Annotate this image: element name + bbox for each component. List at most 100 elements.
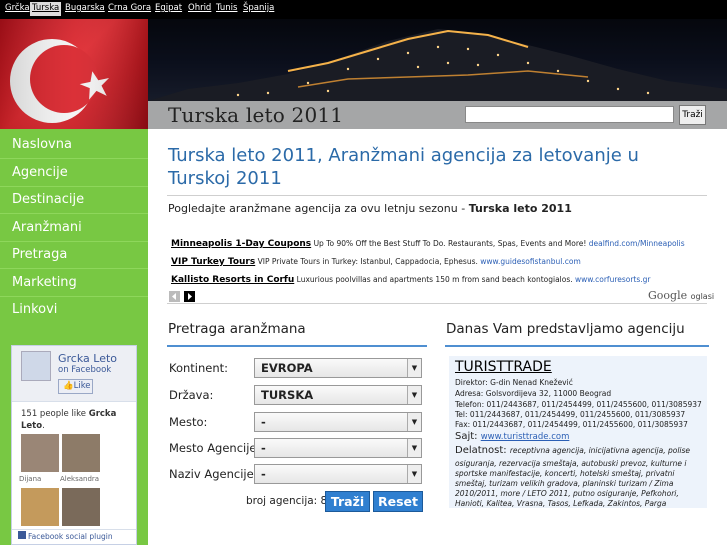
reset-button[interactable]: Reset xyxy=(373,491,423,512)
sidebar-item-linkovi[interactable]: Linkovi xyxy=(0,297,148,324)
agency-name-link[interactable]: TURISTTRADE xyxy=(455,359,552,375)
ad-title[interactable]: VIP Turkey Tours xyxy=(171,257,255,267)
page-heading: Turska leto 2011, Aranžmani agencija za … xyxy=(168,145,639,189)
nav-link-turska[interactable]: Turska xyxy=(30,2,62,16)
agency-activity-heading: Delatnost: receptivna agencija, inicijat… xyxy=(455,445,690,456)
fan-avatar[interactable] xyxy=(21,488,59,526)
facebook-like-box: Grcka Leto on Facebook 👍Like 151 people … xyxy=(11,345,137,545)
fan-name[interactable]: Dijana xyxy=(19,475,41,483)
sidebar-item-naslovna[interactable]: Naslovna xyxy=(0,132,148,159)
facebook-plugin-label[interactable]: Facebook social plugin xyxy=(28,532,113,541)
ads-label: oglasi xyxy=(690,292,715,301)
ad-prev-arrow-icon[interactable] xyxy=(169,291,180,302)
facebook-plugin-footer: Facebook social plugin xyxy=(12,529,136,544)
agency-panel-title: Danas Vam predstavljamo agenciju xyxy=(446,321,685,337)
agency-count: broj agencija: 80 xyxy=(246,495,334,507)
fan-avatar[interactable] xyxy=(62,434,100,472)
panel-divider xyxy=(167,345,427,347)
sidebar-item-destinacije[interactable]: Destinacije xyxy=(0,187,148,214)
ad-item[interactable]: Minneapolis 1-Day Coupons Up To 90% Off … xyxy=(171,239,685,249)
search-panel-title: Pretraga aranžmana xyxy=(168,321,306,337)
page-avatar[interactable] xyxy=(21,351,51,381)
on-facebook-text[interactable]: on Facebook xyxy=(58,365,111,375)
chevron-down-icon: ▼ xyxy=(407,439,421,457)
facebook-page-name[interactable]: Grcka Leto xyxy=(58,352,117,365)
nav-link-tunis[interactable]: Tunis xyxy=(216,3,237,13)
activity-line: smeštaj, turizam velikih gradova, planin… xyxy=(455,479,674,488)
sidebar-item-marketing[interactable]: Marketing xyxy=(0,270,148,297)
fan-avatar[interactable] xyxy=(62,488,100,526)
nav-link-spanija[interactable]: Španija xyxy=(243,3,274,13)
ad-title[interactable]: Minneapolis 1-Day Coupons xyxy=(171,239,311,249)
agency-name-label: Naziv Agencije: xyxy=(169,467,258,481)
turkish-flag-image xyxy=(0,19,148,129)
likes-suffix: . xyxy=(42,421,45,431)
nav-link-bugarska[interactable]: Bugarska xyxy=(65,3,105,13)
divider xyxy=(167,303,707,304)
activity-label: Delatnost: xyxy=(455,445,510,456)
header-title-bar: Turska leto 2011 Traži xyxy=(148,101,727,129)
agency-card: TURISTTRADE Direktor: G-din Nenad Knežev… xyxy=(449,356,707,508)
nav-link-ohrid[interactable]: Ohrid xyxy=(188,3,211,13)
ad-title[interactable]: Kallisto Resorts in Corfu xyxy=(171,275,294,285)
ad-item[interactable]: VIP Turkey Tours VIP Private Tours in Tu… xyxy=(171,257,581,267)
agency-place-value: - xyxy=(261,441,266,455)
agency-director: Direktor: G-din Nenad Knežević xyxy=(455,378,573,387)
chevron-down-icon: ▼ xyxy=(407,359,421,377)
ad-text: VIP Private Tours in Turkey: Istanbul, C… xyxy=(257,257,478,266)
facebook-box-header: Grcka Leto on Facebook 👍Like xyxy=(12,346,136,402)
ad-url[interactable]: dealfind.com/Minneapolis xyxy=(589,239,685,248)
sidebar-item-pretraga[interactable]: Pretraga xyxy=(0,242,148,269)
ad-next-arrow-icon[interactable] xyxy=(184,291,195,302)
panel-divider xyxy=(445,345,709,347)
likes-count-text: 151 people like Grcka Leto. xyxy=(21,408,133,432)
continent-select[interactable]: EVROPA ▼ xyxy=(254,358,422,378)
country-select[interactable]: TURSKA ▼ xyxy=(254,385,422,405)
ad-text: Luxurious poolvillas and apartments 150 … xyxy=(296,275,573,284)
agency-place-select[interactable]: - ▼ xyxy=(254,438,422,458)
agency-address: Adresa: Golsvordijeva 32, 11000 Beograd xyxy=(455,389,612,398)
agency-name-value: - xyxy=(261,467,266,481)
agency-fax: Fax: 011/2443687, 011/2454499, 011/24556… xyxy=(455,420,688,429)
chevron-down-icon: ▼ xyxy=(407,413,421,431)
facebook-like-button[interactable]: 👍Like xyxy=(58,379,93,394)
google-ads-label[interactable]: Google oglasi xyxy=(648,289,714,302)
agency-site: Sajt: www.turisttrade.com xyxy=(455,431,569,442)
filter-search-button[interactable]: Traži xyxy=(325,491,370,512)
ad-text: Up To 90% Off the Best Stuff To Do. Rest… xyxy=(313,239,587,248)
sidebar-item-agencije[interactable]: Agencije xyxy=(0,160,148,187)
search-input[interactable] xyxy=(465,106,674,123)
activity-line: 2010/2011, more / LETO 2011, putno osigu… xyxy=(455,489,679,498)
nav-link-egipat[interactable]: Egipat xyxy=(155,3,182,13)
continent-label: Kontinent: xyxy=(169,361,229,375)
place-select[interactable]: - ▼ xyxy=(254,412,422,432)
intro-highlight: Turska leto 2011 xyxy=(468,202,572,215)
nav-link-grcka[interactable]: Grčka xyxy=(5,3,30,13)
google-logo: Google xyxy=(648,289,688,302)
search-button[interactable]: Traži xyxy=(679,105,706,125)
agency-phone: Tel: 011/2443687, 011/2454499, 011/24556… xyxy=(455,410,686,419)
site-title: Turska leto 2011 xyxy=(168,103,344,127)
country-nav-bar: Grčka Turska Bugarska Crna Gora Egipat O… xyxy=(0,0,727,19)
activity-line: Hanioti, Kalitea, Vrasna, Tasos, Lefkada… xyxy=(455,499,667,508)
divider xyxy=(167,195,707,196)
fan-name[interactable]: Aleksandra xyxy=(60,475,99,483)
activity-line: sportske manifestacije, koncerti, hotels… xyxy=(455,469,675,478)
facebook-icon xyxy=(18,531,26,539)
main-content: Turska leto 2011, Aranžmani agencija za … xyxy=(148,129,727,545)
crescent-star-icon xyxy=(0,19,148,129)
agency-name-select[interactable]: - ▼ xyxy=(254,464,422,484)
activity-line: receptivna agencija, inicijativna agenci… xyxy=(509,446,691,455)
ad-url[interactable]: www.guidesofistanbul.com xyxy=(480,257,581,266)
chevron-down-icon: ▼ xyxy=(407,465,421,483)
place-value: - xyxy=(261,415,266,429)
ad-url[interactable]: www.corfuresorts.gr xyxy=(575,275,650,284)
ad-item[interactable]: Kallisto Resorts in Corfu Luxurious pool… xyxy=(171,275,651,285)
chevron-down-icon: ▼ xyxy=(407,386,421,404)
likes-count: 151 people like xyxy=(21,409,87,419)
fan-avatar[interactable] xyxy=(21,434,59,472)
nav-link-crna-gora[interactable]: Crna Gora xyxy=(108,3,151,13)
sidebar-item-aranzmani[interactable]: Aranžmani xyxy=(0,215,148,242)
intro-text: Pogledajte aranžmane agencija za ovu let… xyxy=(168,202,572,215)
agency-site-link[interactable]: www.turisttrade.com xyxy=(481,432,570,442)
